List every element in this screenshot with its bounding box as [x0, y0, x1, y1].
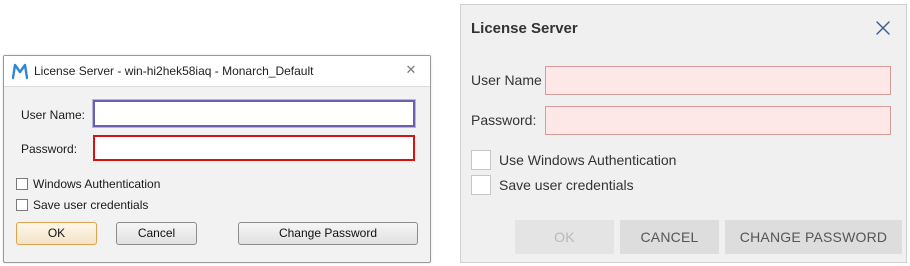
change-password-button[interactable]: Change Password [238, 222, 418, 245]
close-icon[interactable]: ✕ [403, 62, 419, 78]
user-name-label: User Name: [21, 108, 86, 122]
password-label: Password: [21, 142, 78, 156]
windows-authentication-label: Use Windows Authentication [499, 152, 677, 168]
password-input[interactable] [545, 106, 891, 135]
save-credentials-option[interactable]: Save user credentials [471, 175, 634, 195]
change-password-button[interactable]: CHANGE PASSWORD [725, 220, 902, 254]
cancel-button[interactable]: Cancel [116, 222, 197, 245]
ok-button[interactable]: OK [515, 220, 614, 254]
password-input[interactable] [93, 135, 415, 161]
close-icon[interactable] [874, 19, 892, 37]
legacy-dialog-title: License Server - win-hi2hek58iaq - Monar… [34, 64, 314, 78]
windows-authentication-option[interactable]: Windows Authentication [16, 176, 160, 192]
windows-authentication-checkbox[interactable] [16, 178, 28, 190]
cancel-button[interactable]: CANCEL [620, 220, 719, 254]
user-name-label: User Name [471, 72, 542, 88]
windows-authentication-label: Windows Authentication [33, 177, 161, 191]
modern-dialog-title: License Server [471, 20, 578, 37]
legacy-license-server-dialog: License Server - win-hi2hek58iaq - Monar… [3, 55, 431, 263]
user-name-input[interactable] [545, 66, 891, 95]
modern-license-server-dialog: License Server User Name Password: Use W… [460, 4, 907, 263]
user-name-input[interactable] [92, 99, 416, 128]
ok-button[interactable]: OK [16, 222, 97, 245]
save-credentials-checkbox[interactable] [471, 175, 491, 195]
windows-authentication-option[interactable]: Use Windows Authentication [471, 150, 676, 170]
monarch-logo-icon [11, 62, 29, 80]
save-credentials-checkbox[interactable] [16, 199, 28, 211]
save-credentials-option[interactable]: Save user credentials [16, 197, 148, 213]
save-credentials-label: Save user credentials [499, 177, 634, 193]
save-credentials-label: Save user credentials [33, 198, 149, 212]
windows-authentication-checkbox[interactable] [471, 150, 491, 170]
password-label: Password: [471, 112, 537, 128]
legacy-title-bar: License Server - win-hi2hek58iaq - Monar… [4, 56, 430, 87]
